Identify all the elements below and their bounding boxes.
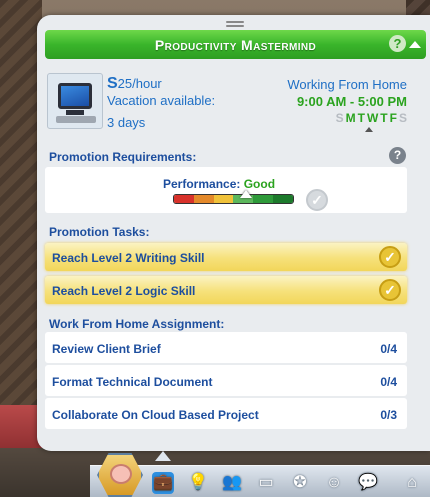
career-title: Productivity Mastermind [154,36,317,53]
promotion-task[interactable]: Reach Level 2 Logic Skill ✓ [45,276,407,304]
assignment-row[interactable]: Collaborate On Cloud Based Project 0/3 [45,398,407,429]
meter-segment [213,195,234,203]
performance-box: Performance: Good ✓ [45,167,407,213]
work-from-home-label: Work From Home Assignment: [49,317,225,331]
work-days: S M T W T F S [336,111,407,125]
inventory-icon[interactable]: ▭ [255,472,277,494]
vacation-label: Vacation available: [107,93,216,108]
panel-pointer [155,451,171,461]
build-mode-icon[interactable]: ⌂ [401,472,423,494]
promotion-task[interactable]: Reach Level 2 Writing Skill ✓ [45,243,407,271]
collapse-icon[interactable] [409,41,421,48]
performance-meter [173,194,294,204]
assignment-label: Format Technical Document [52,375,213,389]
pay-rate: S25/hour [107,75,162,93]
meter-segment [193,195,214,203]
assignment-label: Collaborate On Cloud Based Project [52,408,259,422]
day-fri: F [389,111,397,125]
day-sat: S [398,111,407,125]
help-icon[interactable]: ? [389,35,406,52]
computer-icon [47,73,103,129]
assignment-label: Review Client Brief [52,342,161,356]
pay-rate-value: 25/hour [117,76,162,91]
performance-label: Performance: Good [163,177,275,191]
career-panel: Productivity Mastermind ? S25/hour Vacat… [37,15,430,451]
day-thu: T [380,111,388,125]
meter-segment [273,195,293,203]
day-tue: T [357,111,365,125]
meter-segment [253,195,274,203]
task-label: Reach Level 2 Logic Skill [52,284,196,298]
day-wed: W [366,111,379,125]
chat-icon[interactable]: 💬 [357,472,379,494]
work-location: Working From Home [287,77,407,92]
work-hours: 9:00 AM - 5:00 PM [296,94,407,109]
performance-check-icon: ✓ [306,189,328,211]
job-card: S25/hour Vacation available: 3 days Work… [45,68,407,152]
day-sun: S [335,111,344,125]
assignment-progress: 0/4 [380,375,397,389]
current-day-marker [365,127,373,132]
performance-marker [239,190,252,198]
assignment-row[interactable]: Review Client Brief 0/4 [45,332,407,363]
vacation-days: 3 days [107,115,146,130]
lightbulb-icon[interactable]: 💡 [187,472,209,494]
aspiration-icon[interactable]: ✪ [289,472,311,494]
career-header: Productivity Mastermind ? [45,30,426,59]
simoleon-icon: S [107,75,118,92]
drag-handle[interactable] [226,21,244,27]
performance-title: Performance: [163,177,241,191]
promotion-requirements-label: Promotion Requirements: [49,150,197,164]
task-complete-check-icon: ✓ [379,279,401,301]
promotion-tasks-label: Promotion Tasks: [49,225,150,239]
brain-icon [110,464,132,484]
day-mon: M [345,111,356,125]
performance-value: Good [243,177,276,191]
task-label: Reach Level 2 Writing Skill [52,251,205,265]
relationships-icon[interactable]: 👥 [221,472,243,494]
meter-segment [174,195,194,203]
career-icon[interactable]: 💼 [152,472,174,494]
assignment-progress: 0/4 [380,342,397,356]
requirements-help-icon[interactable]: ? [389,147,406,164]
assignment-progress: 0/3 [380,408,397,422]
emotion-icon[interactable]: ☺ [323,472,345,494]
task-complete-check-icon: ✓ [379,246,401,268]
assignment-row[interactable]: Format Technical Document 0/4 [45,365,407,396]
